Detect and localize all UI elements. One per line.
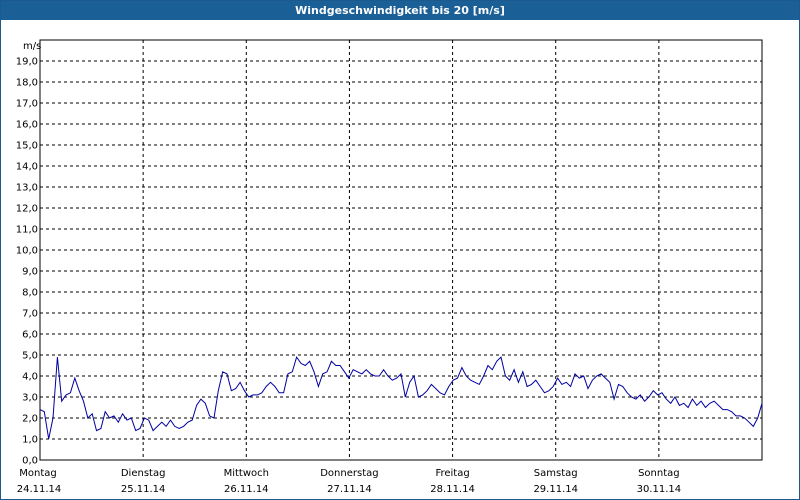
y-tick-label: 12,0: [16, 204, 38, 215]
y-tick-label: 1,0: [22, 435, 38, 446]
y-axis-unit: m/s: [23, 41, 41, 52]
y-tick-label: 13,0: [16, 183, 38, 194]
x-tick-day-label: Montag: [19, 468, 56, 479]
y-tick-label: 14,0: [16, 162, 38, 173]
y-tick-label: 11,0: [16, 225, 38, 236]
y-tick-label: 3,0: [22, 393, 38, 404]
x-tick-date-label: 25.11.14: [121, 484, 166, 495]
x-tick-day-label: Sonntag: [638, 468, 680, 479]
y-tick-label: 16,0: [16, 120, 38, 131]
x-tick-date-label: 29.11.14: [533, 484, 578, 495]
y-tick-label: 18,0: [16, 78, 38, 89]
y-tick-label: 17,0: [16, 99, 38, 110]
y-tick-label: 4,0: [22, 372, 38, 383]
y-tick-label: 2,0: [22, 414, 38, 425]
x-tick-date-label: 26.11.14: [224, 484, 269, 495]
y-tick-label: 10,0: [16, 246, 38, 257]
x-tick-day-label: Freitag: [435, 468, 469, 479]
y-tick-label: 0,0: [22, 456, 38, 467]
wind-speed-chart: m/s 0,0 1,0 2,0 3,0 4,0 5,0 6,0 7,0 8,0 9,0 10,0 11…: [16, 39, 763, 495]
y-tick-label: 6,0: [22, 330, 38, 341]
y-tick-label: 7,0: [22, 309, 38, 320]
y-tick-label: 8,0: [22, 288, 38, 299]
x-tick-day-label: Dienstag: [121, 468, 166, 479]
y-tick-labels: 0,0 1,0 2,0 3,0 4,0 5,0 6,0 7,0 8,0 9,0 10,0 11,0 12…: [16, 57, 38, 467]
x-tick-day-label: Donnerstag: [320, 468, 378, 479]
x-tick-day-label: Mittwoch: [224, 468, 269, 479]
x-tick-date-label: 30.11.14: [637, 484, 682, 495]
x-tick-date-label: 24.11.14: [17, 484, 62, 495]
y-tick-label: 15,0: [16, 141, 38, 152]
y-tick-label: 9,0: [22, 267, 38, 278]
x-tick-labels: Montag 24.11.14 Dienstag 25.11.14 Mittwoch 26…: [17, 468, 681, 495]
y-tick-label: 5,0: [22, 351, 38, 362]
x-tick-date-label: 27.11.14: [327, 484, 372, 495]
x-tick-day-label: Samstag: [534, 468, 578, 479]
x-tick-date-label: 28.11.14: [430, 484, 475, 495]
y-tick-label: 19,0: [16, 57, 38, 68]
